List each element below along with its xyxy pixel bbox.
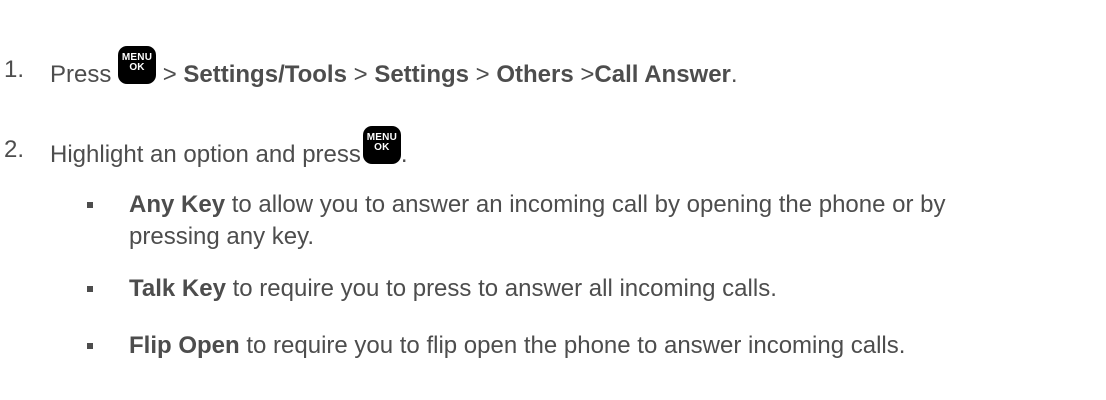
option-description: to require you to flip open the phone to…: [246, 332, 906, 359]
menu-path-settings-tools: Settings/Tools: [183, 61, 347, 88]
step-2-number: 2.: [4, 136, 25, 163]
option-any-key-continued: pressing any key.: [129, 223, 314, 250]
option-description: to allow you to answer an incoming call …: [231, 191, 946, 218]
option-any-key: Any Key to allow you to answer an incomi…: [129, 191, 946, 219]
menu-ok-key-icon: MENU OK: [362, 126, 401, 164]
menu-path-call-answer: Call Answer: [594, 61, 731, 88]
step-1-text: Press MENU OK > Settings/Tools > Setting…: [50, 46, 738, 94]
bullet-icon: [87, 286, 93, 292]
menu-ok-key-icon: MENU OK: [118, 46, 157, 84]
menu-path-others: Others: [496, 61, 574, 88]
menu-path-settings: Settings: [374, 61, 469, 88]
option-name: Any Key: [129, 191, 226, 218]
option-flip-open: Flip Open to require you to flip open th…: [129, 332, 905, 360]
bullet-icon: [87, 202, 93, 208]
option-description: to require you to press to answer all in…: [232, 275, 777, 302]
step-1-number: 1.: [4, 56, 25, 83]
option-name: Talk Key: [129, 275, 226, 302]
option-name: Flip Open: [129, 332, 240, 359]
option-talk-key: Talk Key to require you to press to answ…: [129, 275, 777, 303]
bullet-icon: [87, 343, 93, 349]
step-2-text: Highlight an option and press MENU OK .: [50, 126, 408, 174]
